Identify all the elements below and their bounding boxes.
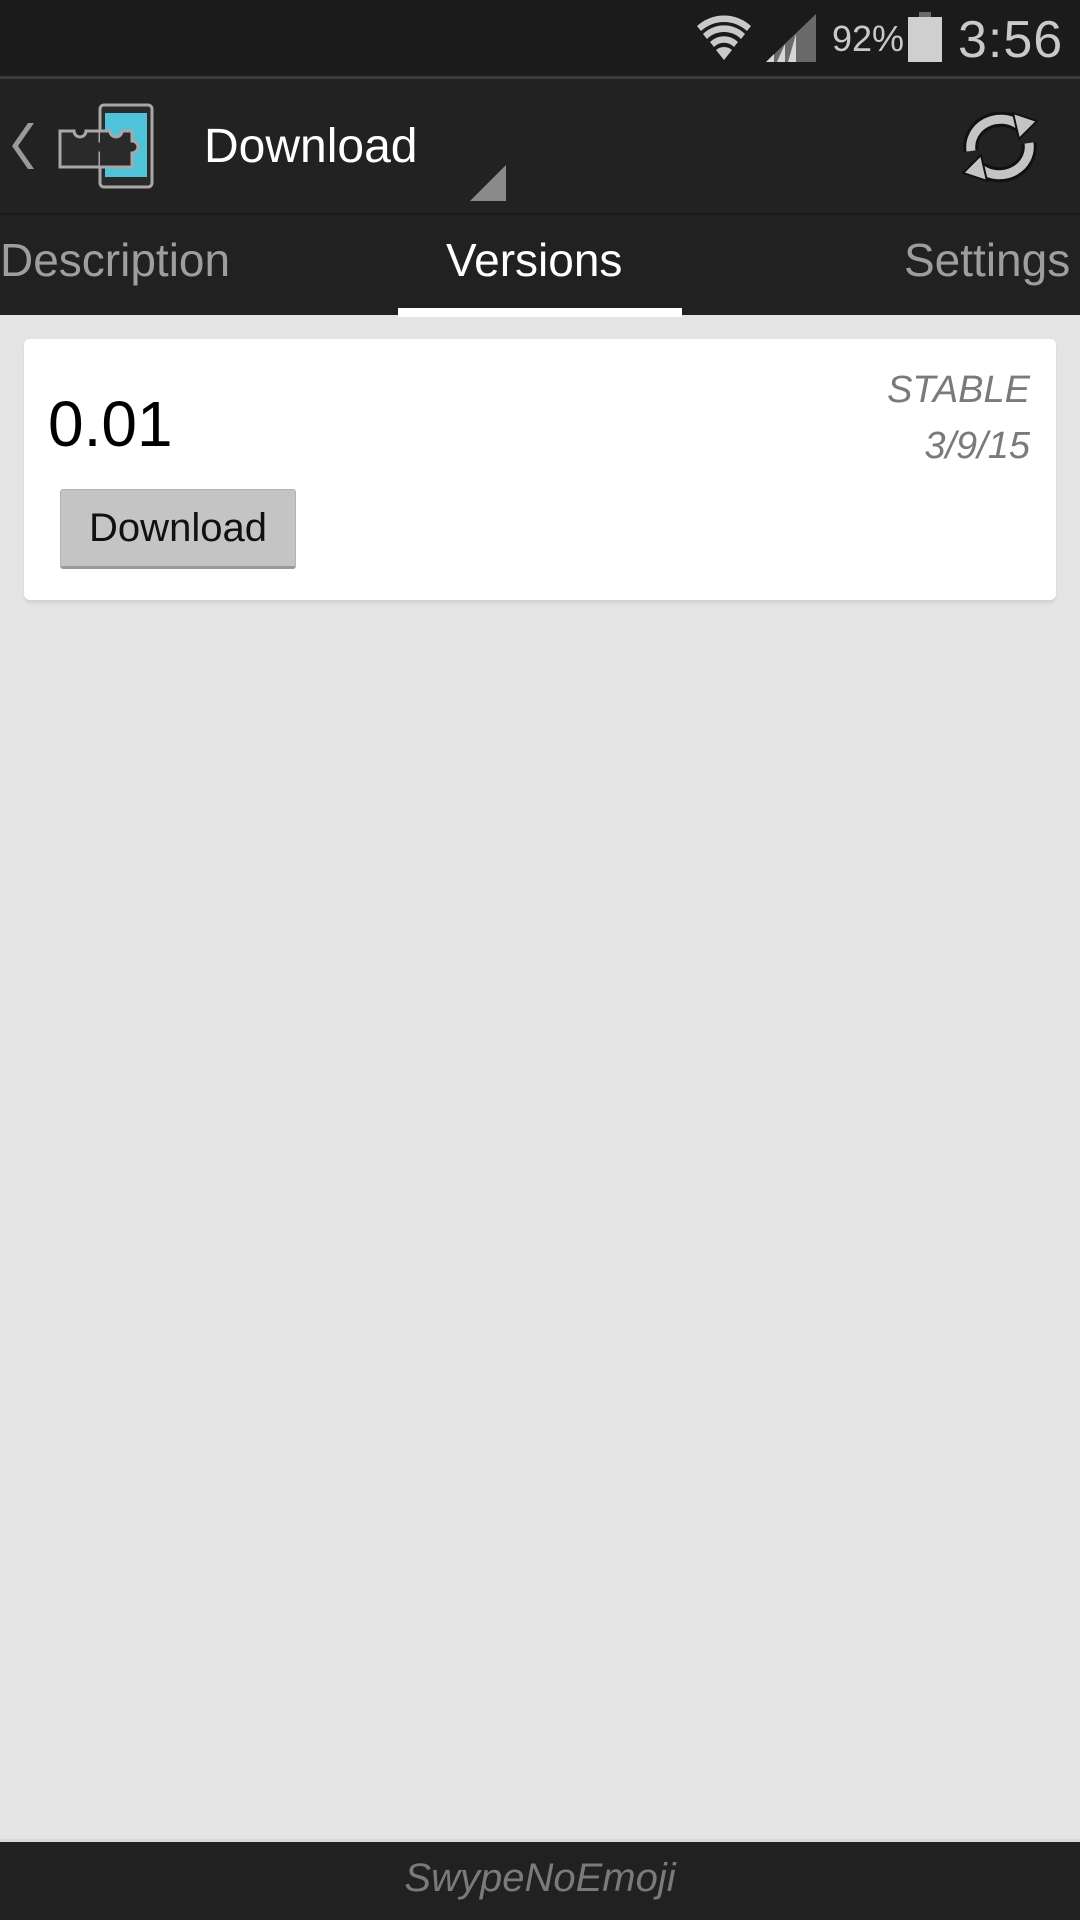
chevron-left-icon[interactable] [10, 123, 34, 169]
xposed-puzzle-phone-icon[interactable] [58, 103, 158, 189]
refresh-icon[interactable] [955, 107, 1045, 187]
download-button[interactable]: Download [60, 489, 296, 569]
tab-description[interactable]: Description [0, 233, 230, 287]
clock: 3:56 [958, 11, 1064, 69]
status-bar: 92% 3:56 [0, 0, 1080, 76]
cell-signal-icon [766, 14, 816, 62]
tab-bar: Description Versions Settings [0, 213, 1080, 317]
battery-percent: 92% [832, 18, 905, 59]
release-date: 3/9/15 [924, 425, 1030, 467]
release-channel: STABLE [887, 369, 1030, 411]
wifi-icon [697, 15, 751, 60]
dropdown-indicator-icon[interactable] [470, 165, 506, 201]
battery-icon [908, 12, 942, 62]
version-number: 0.01 [48, 388, 173, 460]
version-card: 0.01 STABLE 3/9/15 Download [24, 339, 1056, 600]
tab-settings[interactable]: Settings [904, 233, 1070, 287]
page-title: Download [204, 120, 418, 173]
bottom-bar: SwypeNoEmoji [0, 1839, 1080, 1920]
active-tab-indicator [398, 308, 682, 317]
action-bar: Download [0, 79, 1080, 213]
module-name-footer: SwypeNoEmoji [404, 1856, 676, 1900]
tab-versions[interactable]: Versions [446, 233, 622, 287]
